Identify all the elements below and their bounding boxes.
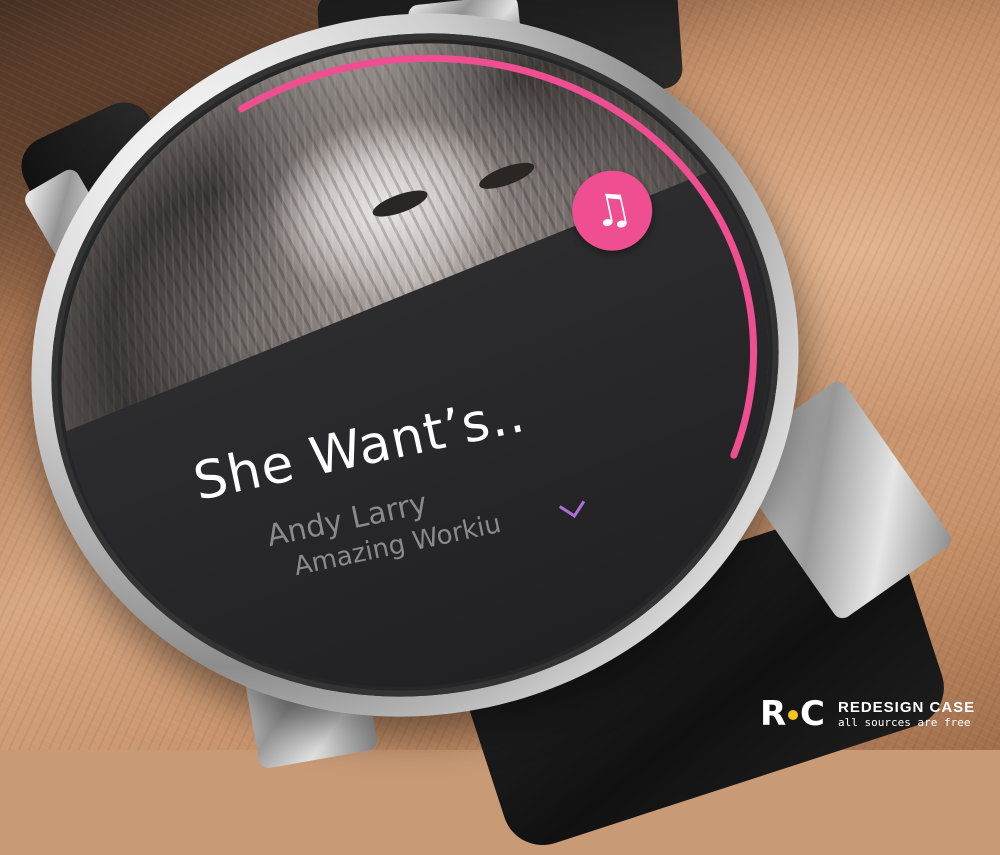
wrist-scene: She Want’s.. Andy Larry Amazing Workiu ♫… — [0, 0, 1000, 855]
brand-watermark: R C REDESIGN CASE all sources are free — [760, 697, 975, 731]
progress-arc — [238, 54, 758, 459]
brand-logo: R C — [760, 694, 825, 734]
brand-tagline: all sources are free — [838, 716, 971, 729]
brand-name: REDESIGN CASE — [838, 699, 976, 716]
